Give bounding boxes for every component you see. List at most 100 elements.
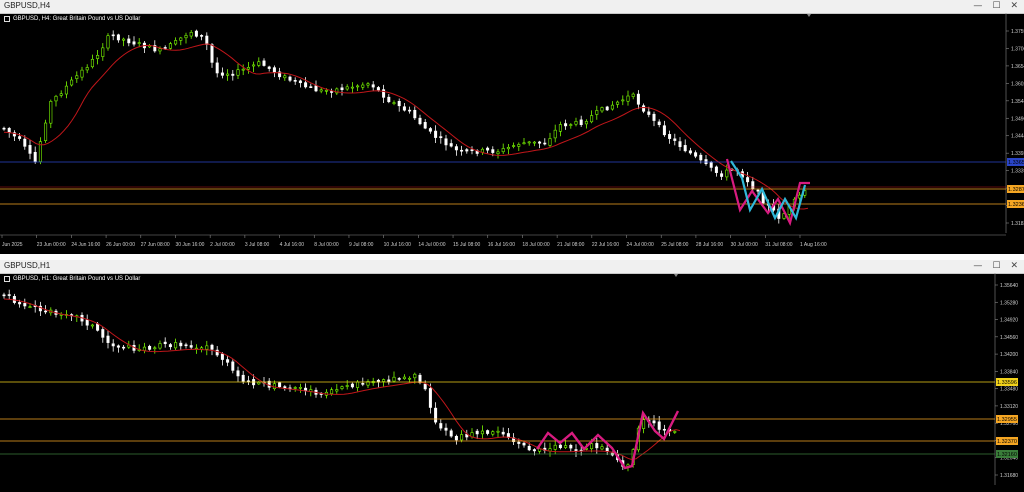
price-tag-label: 1.33596 [997, 380, 1017, 386]
chart-window-h4[interactable]: GBPUSD,H4 — ☐ ✕ GBPUSD, H4: Great Britai… [0, 0, 1024, 254]
candle-body [564, 123, 568, 127]
candle-body [418, 117, 422, 125]
candle-body [59, 93, 63, 96]
candle-body [330, 389, 334, 394]
candle-body [522, 442, 526, 446]
candle-body [506, 146, 510, 150]
candle-body [210, 44, 214, 63]
candle-body [631, 93, 635, 97]
candle-body [465, 149, 469, 152]
candle-body [148, 345, 152, 350]
candle-body [361, 383, 365, 385]
candle-body [408, 377, 412, 380]
candle-body [662, 125, 666, 136]
price-tag-label: 1.32365 [1008, 202, 1024, 208]
candle-body [236, 370, 240, 377]
candle-body [527, 141, 531, 144]
price-label: 1.35640 [1000, 283, 1018, 289]
candle-body [85, 67, 89, 71]
candle-body [262, 60, 266, 66]
candle-body [246, 67, 250, 70]
candle-body [163, 47, 167, 49]
candle-body [475, 430, 479, 435]
price-label: 1.33120 [1000, 404, 1018, 410]
candle-body [153, 347, 157, 350]
minimize-button[interactable]: — [973, 0, 982, 13]
candle-body [673, 431, 677, 433]
candle-body [491, 149, 495, 153]
candle-body [85, 319, 89, 326]
candle-body [90, 58, 94, 68]
candle-body [335, 389, 339, 392]
candle-body [652, 113, 656, 121]
price-chart-h4[interactable]: 1.37597 1.37061 1.36543 1.36025 1.35488 1.349… [0, 13, 1024, 254]
close-button[interactable]: ✕ [1010, 0, 1018, 13]
candle-body [7, 128, 11, 133]
time-label: 23 Jun 00:00 [37, 242, 66, 248]
price-label: 1.31827 [1011, 221, 1024, 227]
candle-body [101, 47, 105, 57]
chart-window-h1[interactable]: GBPUSD,H1 — ☐ ✕ GBPUSD, H1: Great Britai… [0, 260, 1024, 492]
candle-body [7, 294, 11, 296]
time-label: 3 Jul 08:00 [245, 242, 270, 248]
candle-body [174, 342, 178, 349]
candle-body [122, 38, 126, 41]
candle-body [688, 150, 692, 154]
candle-body [454, 435, 458, 441]
candle-body [626, 95, 630, 102]
candle-body [564, 445, 568, 448]
candle-body [226, 73, 230, 76]
price-label: 1.35488 [1011, 99, 1024, 105]
candle-body [220, 72, 224, 76]
candle-body [444, 427, 448, 431]
window-title-h4: GBPUSD,H4 [4, 1, 51, 10]
candle-body [168, 344, 172, 348]
window-titlebar-h4[interactable]: GBPUSD,H4 — ☐ ✕ [0, 0, 1024, 14]
maximize-button[interactable]: ☐ [992, 260, 1000, 273]
candle-body [397, 100, 401, 107]
candle-body [304, 82, 308, 88]
candle-body [231, 73, 235, 76]
candle-body [621, 99, 625, 102]
maximize-button[interactable]: ☐ [992, 0, 1000, 13]
candle-body [49, 101, 53, 124]
candle-body [132, 41, 136, 45]
candle-body [600, 107, 604, 112]
candle-body [376, 87, 380, 91]
candle-body [288, 76, 292, 81]
moving-average-line [3, 43, 809, 210]
candle-body [142, 346, 146, 351]
candle-body [298, 80, 302, 84]
chart-shift-marker-icon [807, 14, 811, 17]
price-label: 1.34200 [1000, 352, 1018, 358]
chart-shift-marker-icon [674, 274, 678, 277]
candle-body [532, 141, 536, 144]
candle-body [439, 423, 443, 429]
time-label: 8 Jul 00:00 [314, 242, 339, 248]
candle-body [714, 166, 718, 173]
candle-body [184, 344, 188, 347]
moving-average-line [3, 298, 681, 461]
candle-body [179, 37, 183, 41]
window-titlebar-h1[interactable]: GBPUSD,H1 — ☐ ✕ [0, 260, 1024, 274]
minimize-button[interactable]: — [973, 260, 982, 273]
candle-body [184, 35, 188, 39]
candle-body [272, 383, 276, 390]
candle-body [434, 130, 438, 138]
candle-body [122, 346, 126, 349]
candle-body [33, 151, 37, 163]
candle-body [64, 85, 68, 95]
candle-body [127, 38, 131, 44]
time-label: 30 Jul 00:00 [731, 242, 758, 248]
price-tag-label: 1.32955 [997, 417, 1017, 423]
close-button[interactable]: ✕ [1010, 260, 1018, 273]
candle-body [18, 136, 22, 139]
zigzag-magenta [536, 409, 680, 470]
price-chart-h1[interactable]: 1.35640 1.35280 1.34920 1.34560 1.34200 1.338… [0, 273, 1024, 492]
candle-body [480, 430, 484, 435]
candle-body [210, 344, 214, 350]
candle-body [413, 373, 417, 379]
price-label: 1.33391 [1011, 169, 1024, 175]
candle-body [106, 35, 110, 49]
candle-body [241, 374, 245, 382]
